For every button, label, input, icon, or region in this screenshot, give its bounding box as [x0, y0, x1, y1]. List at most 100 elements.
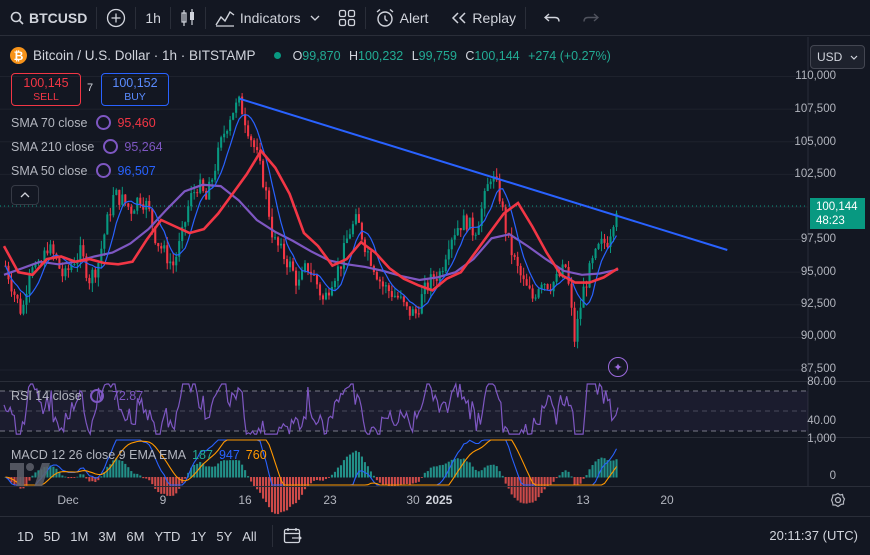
macd-histogram-bar — [471, 466, 474, 478]
indicator-sma-210[interactable]: SMA 210 close 95,264 — [11, 139, 163, 154]
candle-body — [265, 187, 268, 191]
candle-body — [175, 256, 178, 266]
macd-histogram-bar — [543, 477, 546, 490]
candle-body — [387, 285, 390, 292]
macd-histogram-bar — [220, 461, 223, 478]
utc-clock[interactable]: 20:11:37 (UTC) — [769, 528, 858, 543]
macd-histogram-bar — [136, 473, 139, 478]
collapse-legend-button[interactable] — [11, 185, 39, 205]
macd-histogram-bar — [432, 466, 435, 478]
chevron-down-icon — [850, 55, 858, 60]
price-tick: 92,500 — [800, 298, 836, 310]
macd-histogram-bar — [552, 477, 555, 482]
range-1d[interactable]: 1D — [0, 529, 39, 544]
macd-histogram-bar — [465, 461, 468, 478]
date-range-button[interactable] — [283, 527, 303, 545]
candle-body — [402, 296, 405, 303]
macd-histogram-bar — [127, 467, 130, 478]
chevron-up-icon — [20, 192, 30, 198]
settings-icon[interactable] — [89, 389, 104, 403]
macd-histogram-bar — [588, 469, 591, 478]
candle-body — [109, 214, 112, 216]
spread-value: 7 — [87, 82, 94, 94]
symbol-legend: ₿ Bitcoin / U.S. Dollar · 1h · BITSTAMP … — [10, 47, 616, 64]
candle-body — [268, 190, 271, 217]
macd-histogram-bar — [34, 472, 37, 478]
range-1y[interactable]: 1Y — [185, 529, 211, 544]
range-5y[interactable]: 5Y — [211, 529, 237, 544]
candle-body — [465, 215, 468, 230]
macd-histogram-bar — [516, 477, 519, 501]
candle-body — [396, 295, 399, 298]
sell-price: 100,145 — [23, 75, 69, 90]
settings-icon[interactable] — [96, 115, 112, 130]
macd-histogram-bar — [555, 477, 558, 479]
macd-histogram-bar — [375, 477, 378, 481]
candle-body — [567, 267, 570, 284]
macd-histogram-bar — [238, 460, 241, 478]
candle-body — [420, 294, 423, 314]
chart-title[interactable]: Bitcoin / U.S. Dollar · 1h · BITSTAMP — [33, 48, 256, 63]
macd-histogram-bar — [408, 477, 411, 485]
candle-body — [291, 261, 295, 271]
range-5d[interactable]: 5D — [39, 529, 66, 544]
candle-body — [232, 112, 235, 120]
sparkle-icon[interactable]: ✦ — [608, 357, 628, 377]
settings-icon[interactable] — [96, 163, 112, 178]
candle-body — [282, 243, 286, 260]
macd-legend[interactable]: MACD 12 26 close 9 EMA EMA 187 947 760 — [11, 448, 267, 462]
candle-body — [61, 268, 64, 277]
indicator-sma-50[interactable]: SMA 50 close 96,507 — [11, 163, 156, 178]
macd-histogram-bar — [528, 477, 531, 503]
candle-body — [79, 245, 82, 261]
macd-histogram-bar — [79, 474, 82, 478]
macd-histogram-bar — [594, 461, 597, 478]
buy-button[interactable]: 100,152 BUY — [101, 73, 169, 106]
macd-histogram-bar — [226, 460, 229, 478]
candle-body — [327, 292, 331, 296]
candle-body — [510, 234, 513, 256]
settings-icon[interactable] — [103, 139, 119, 154]
range-3m[interactable]: 3M — [93, 529, 121, 544]
candle-body — [184, 222, 187, 227]
candle-body — [378, 279, 381, 282]
candle-body — [324, 292, 328, 300]
pane-divider[interactable] — [0, 381, 870, 382]
macd-histogram-bar — [456, 458, 459, 478]
time-tick: 23 — [323, 493, 337, 507]
macd-histogram-bar — [591, 465, 594, 478]
sell-button[interactable]: 100,145 SELL — [11, 73, 81, 106]
candle-body — [333, 280, 337, 288]
macd-histogram-bar — [339, 465, 342, 478]
time-tick: 16 — [238, 493, 252, 507]
macd-histogram-bar — [522, 477, 525, 504]
pane-divider[interactable] — [0, 437, 870, 438]
candlestick-series — [4, 93, 618, 349]
macd-histogram-bar — [426, 471, 429, 478]
macd-tick: 0 — [829, 470, 836, 482]
candle-body — [393, 295, 396, 297]
indicator-name: SMA 70 close — [11, 115, 88, 130]
macd-histogram-bar — [399, 477, 402, 485]
macd-histogram-bar — [513, 477, 516, 498]
range-all[interactable]: All — [237, 529, 261, 544]
candle-body — [375, 271, 378, 280]
macd-histogram-bar — [381, 477, 384, 485]
macd-histogram-bar — [603, 458, 606, 478]
candle-body — [157, 243, 160, 247]
macd-histogram-bar — [67, 477, 70, 479]
candle-body — [115, 189, 118, 196]
indicator-sma-70[interactable]: SMA 70 close 95,460 — [11, 115, 156, 130]
time-tick: 13 — [576, 493, 590, 507]
rsi-legend[interactable]: RSI 14 close 72.87 — [11, 389, 143, 403]
macd-histogram-bar — [582, 477, 585, 479]
candle-body — [321, 295, 325, 300]
currency-select[interactable]: USD — [810, 45, 865, 69]
chart-settings-button[interactable] — [830, 492, 846, 511]
price-tick: 95,000 — [800, 266, 836, 278]
range-ytd[interactable]: YTD — [149, 529, 185, 544]
macd-histogram-bar — [585, 475, 588, 478]
range-6m[interactable]: 6M — [121, 529, 149, 544]
range-1m[interactable]: 1M — [65, 529, 93, 544]
macd-histogram-bar — [118, 460, 121, 478]
